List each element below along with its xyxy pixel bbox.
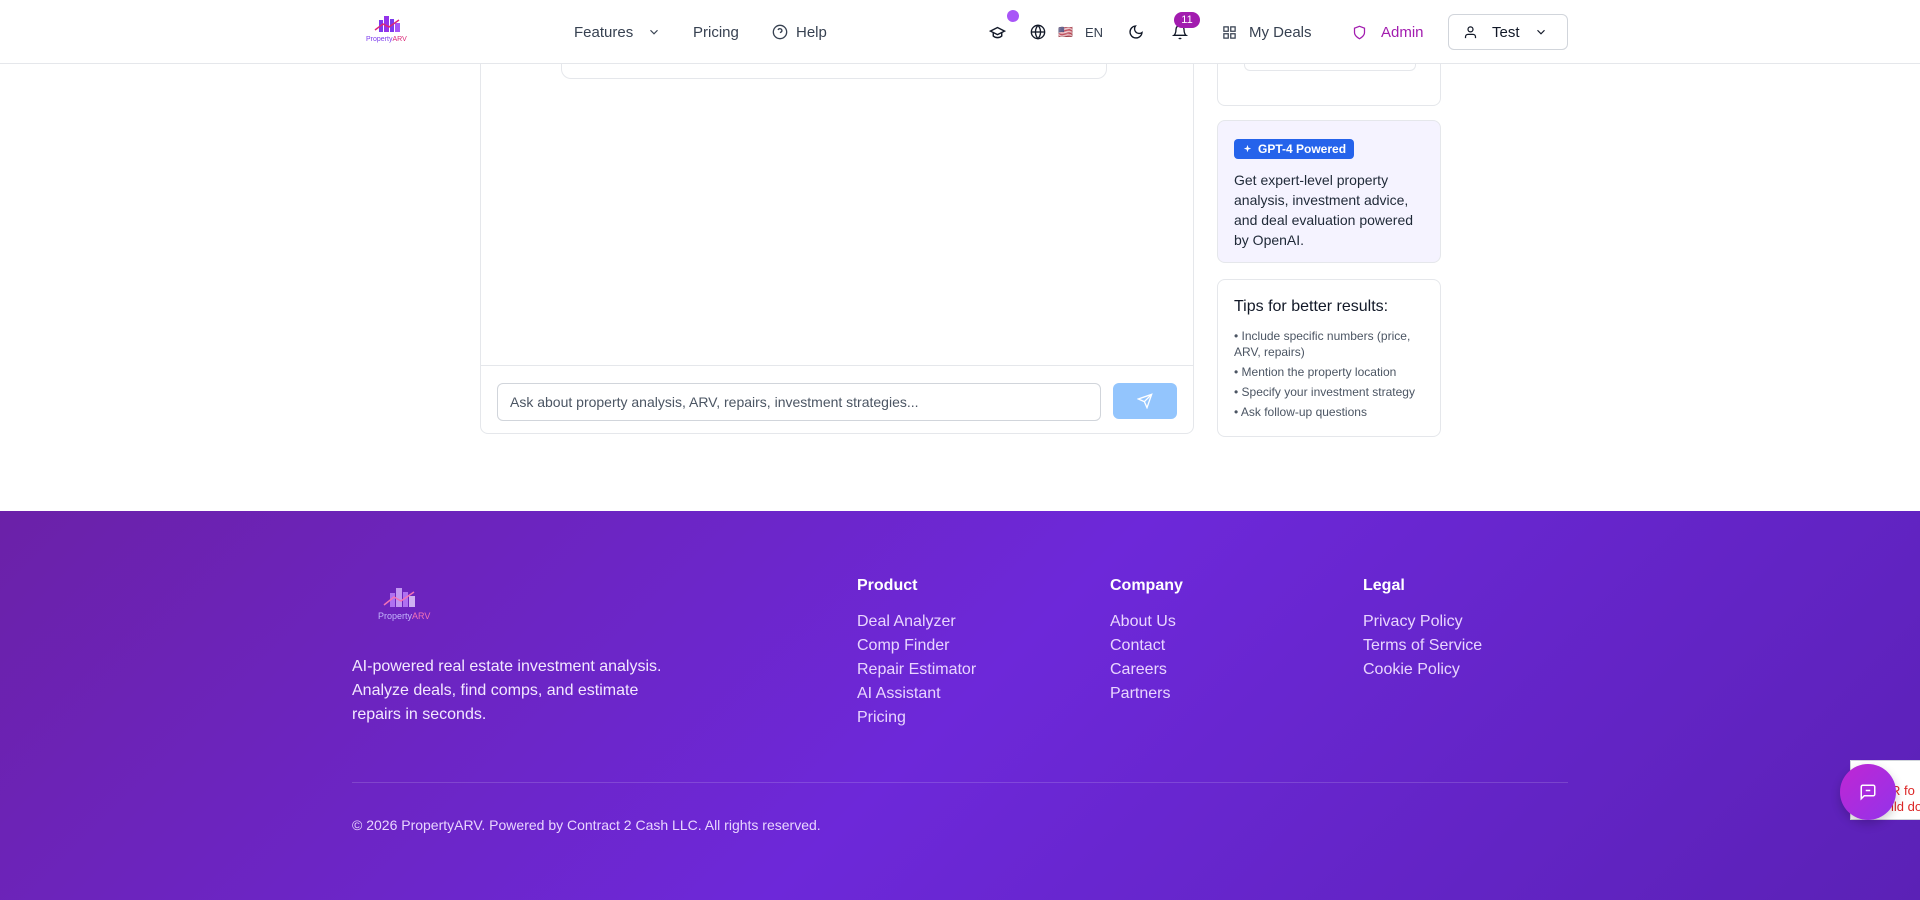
svg-text:PropertyARV: PropertyARV — [378, 611, 430, 621]
footer-link-privacy-policy[interactable]: Privacy Policy — [1363, 610, 1482, 634]
language-selector[interactable]: 🇺🇸 EN — [1030, 0, 1103, 64]
footer-column-title: Legal — [1363, 577, 1405, 594]
graduation-cap-icon — [988, 26, 1006, 38]
globe-icon — [1030, 24, 1046, 40]
footer-column-title: Product — [857, 577, 918, 594]
footer-logo[interactable]: PropertyARV — [368, 583, 432, 623]
shield-icon — [1353, 25, 1366, 39]
footer-column-legal: Legal Privacy Policy Terms of Service Co… — [1363, 577, 1482, 682]
gpt-badge-label: GPT-4 Powered — [1258, 142, 1347, 156]
my-deals-link[interactable]: My Deals — [1222, 0, 1312, 64]
user-menu-button[interactable]: Test — [1448, 14, 1568, 50]
user-icon — [1464, 25, 1477, 38]
footer-column-company: Company About Us Contact Careers Partner… — [1110, 577, 1183, 706]
nav-help[interactable]: Help — [772, 0, 827, 64]
footer-link-contact[interactable]: Contact — [1110, 634, 1183, 658]
tip-item: • Ask follow-up questions — [1234, 405, 1367, 419]
moon-icon — [1129, 25, 1143, 39]
gpt-description: Get expert-level property analysis, inve… — [1234, 171, 1414, 248]
footer-link-partners[interactable]: Partners — [1110, 682, 1183, 706]
footer-link-cookie-policy[interactable]: Cookie Policy — [1363, 658, 1482, 682]
nav-help-label: Help — [796, 23, 827, 41]
user-name: Test — [1492, 23, 1520, 41]
top-navbar: PropertyARV Features Pricing Help 🇺🇸 EN … — [0, 0, 1920, 64]
svg-text:PropertyARV: PropertyARV — [366, 36, 407, 43]
chat-divider — [481, 365, 1193, 366]
language-code: EN — [1084, 24, 1104, 40]
footer-column-title: Company — [1110, 577, 1183, 594]
sparkles-icon — [1243, 144, 1252, 152]
theme-toggle[interactable] — [1124, 20, 1148, 44]
copyright-text: © 2026 PropertyARV. Powered by Contract … — [352, 817, 821, 833]
footer-link-ai-assistant[interactable]: AI Assistant — [857, 682, 976, 706]
side-widget-line: ild do — [1891, 799, 1920, 814]
chevron-down-icon — [1536, 29, 1545, 35]
chevron-down-icon — [650, 29, 659, 35]
message-square-icon — [1860, 784, 1876, 801]
footer-link-careers[interactable]: Careers — [1110, 658, 1183, 682]
footer-link-deal-analyzer[interactable]: Deal Analyzer — [857, 610, 976, 634]
footer-divider — [352, 782, 1568, 783]
footer-link-repair-estimator[interactable]: Repair Estimator — [857, 658, 976, 682]
propertyarv-logo[interactable]: PropertyARV — [365, 14, 411, 44]
flag-icon: 🇺🇸 — [1058, 25, 1073, 39]
tips-title: Tips for better results: — [1234, 298, 1389, 315]
nav-features-label: Features — [574, 23, 634, 41]
tip-item: • Mention the property location — [1234, 365, 1397, 379]
footer-link-about-us[interactable]: About Us — [1110, 610, 1183, 634]
tip-item: • Specify your investment strategy — [1234, 385, 1415, 399]
grid-icon — [1223, 25, 1236, 39]
notification-count-badge: 11 — [1174, 12, 1200, 28]
chat-input[interactable] — [497, 383, 1101, 421]
admin-label: Admin — [1381, 23, 1424, 41]
nav-features[interactable]: Features — [574, 0, 661, 64]
tip-item: • Include specific numbers (price, ARV, … — [1234, 329, 1411, 359]
footer-column-product: Product Deal Analyzer Comp Finder Repair… — [857, 577, 976, 730]
footer-description: AI-powered real estate investment analys… — [352, 658, 662, 723]
footer: PropertyARV AI-powered real estate inves… — [0, 511, 1920, 900]
tips-card: Tips for better results: • Include speci… — [1217, 279, 1441, 437]
admin-link[interactable]: Admin — [1352, 0, 1424, 64]
chat-fab-button[interactable] — [1840, 764, 1896, 820]
footer-link-terms-of-service[interactable]: Terms of Service — [1363, 634, 1482, 658]
nav-pricing-label: Pricing — [693, 23, 739, 41]
send-icon — [1137, 393, 1153, 409]
learning-indicator-dot — [1007, 10, 1019, 22]
send-button[interactable] — [1113, 383, 1177, 419]
learning-button[interactable] — [985, 20, 1009, 44]
chat-panel — [480, 0, 1194, 434]
help-circle-icon — [772, 24, 788, 40]
nav-pricing[interactable]: Pricing — [693, 0, 739, 64]
gpt-badge: GPT-4 Powered — [1234, 139, 1355, 159]
gpt-info-card: GPT-4 Powered Get expert-level property … — [1217, 120, 1441, 263]
footer-link-pricing[interactable]: Pricing — [857, 706, 976, 730]
footer-link-comp-finder[interactable]: Comp Finder — [857, 634, 976, 658]
my-deals-label: My Deals — [1249, 23, 1312, 41]
